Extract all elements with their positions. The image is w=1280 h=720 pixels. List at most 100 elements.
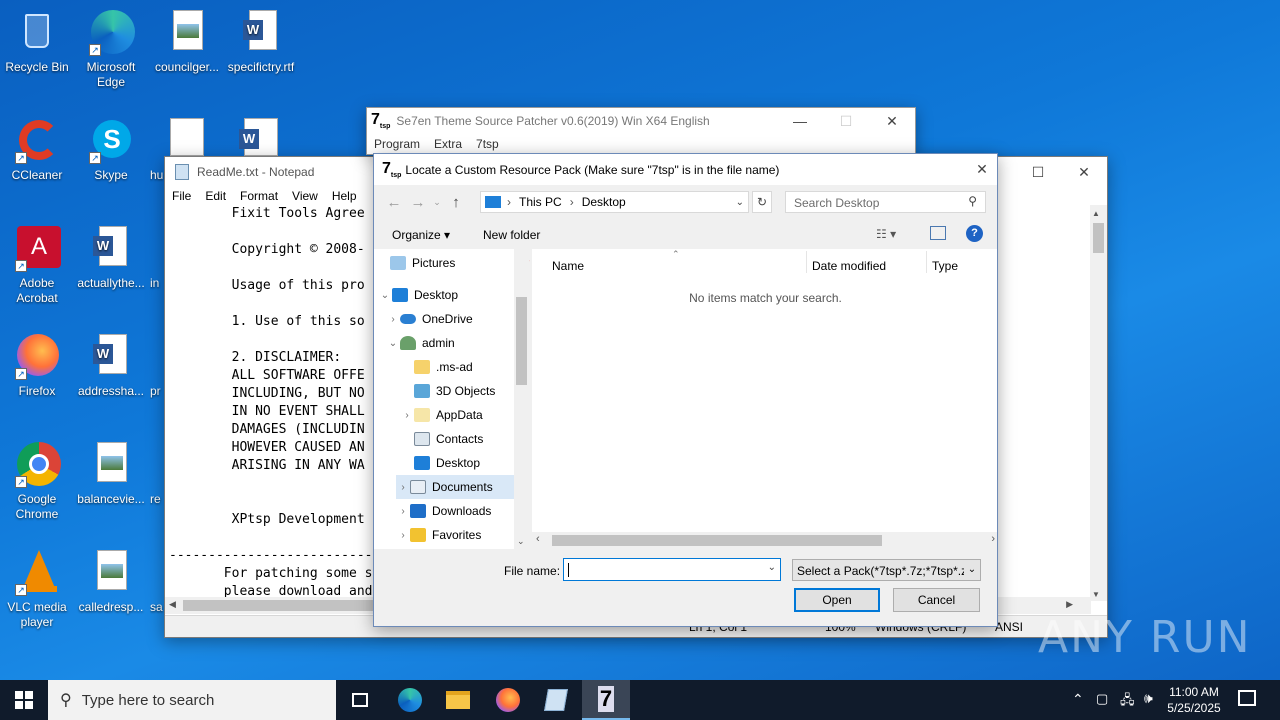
recent-locations-icon[interactable]: ⌄ — [430, 197, 444, 208]
file-explorer-icon[interactable] — [434, 680, 482, 720]
preview-pane-icon[interactable] — [930, 226, 946, 240]
menu-format[interactable]: Format — [233, 187, 285, 205]
desktop-icon-adobe-acrobat[interactable]: A ↗ Adobe Acrobat — [0, 224, 74, 306]
dialog-titlebar[interactable]: 7tsp Locate a Custom Resource Pack (Make… — [374, 154, 997, 185]
menu-edit[interactable]: Edit — [198, 187, 233, 205]
close-button[interactable]: ✕ — [967, 155, 997, 185]
breadcrumb-desktop[interactable]: Desktop — [582, 195, 626, 209]
tree-item-onedrive[interactable]: › OneDrive — [386, 307, 526, 331]
cancel-button[interactable]: Cancel — [893, 588, 980, 612]
scroll-thumb[interactable] — [516, 297, 527, 385]
collapse-chevron-icon[interactable]: ⌄ — [386, 338, 400, 349]
7tsp-titlebar[interactable]: 7tsp Se7en Theme Source Patcher v0.6(201… — [367, 108, 915, 134]
column-type[interactable]: Type — [932, 259, 958, 273]
task-view-icon[interactable] — [336, 680, 384, 720]
menu-view[interactable]: View — [285, 187, 325, 205]
file-type-filter[interactable]: Select a Pack(*7tsp*.7z;*7tsp*.zi ⌄ — [792, 559, 981, 581]
open-button[interactable]: Open — [794, 588, 880, 612]
desktop-icon-councilger[interactable]: councilger... — [150, 8, 224, 75]
menu-7tsp[interactable]: 7tsp — [469, 135, 506, 153]
edge-taskbar-icon[interactable] — [386, 680, 434, 720]
desktop-icon-balancevie[interactable]: balancevie... — [74, 440, 148, 507]
desktop-icon-specifictry[interactable]: W specifictry.rtf — [224, 8, 298, 75]
organize-button[interactable]: Organize ▾ — [392, 228, 450, 242]
filename-input[interactable]: ⌄ — [563, 558, 781, 581]
tree-item-desktop[interactable]: ⌄ Desktop — [378, 283, 518, 307]
tree-item-documents[interactable]: › Documents — [396, 475, 514, 499]
desktop-icon-google-chrome[interactable]: ↗ Google Chrome — [0, 440, 74, 522]
menu-program[interactable]: Program — [367, 135, 427, 153]
notepad-taskbar-icon[interactable] — [532, 680, 580, 720]
file-list[interactable]: Name ⌃ Date modified Type No items match… — [532, 249, 997, 549]
breadcrumb-separator-icon: › — [507, 195, 511, 209]
search-box[interactable]: Search Desktop ⚲ — [785, 191, 986, 213]
expand-chevron-icon[interactable]: › — [400, 410, 414, 421]
up-arrow-icon[interactable]: ↑ — [444, 194, 468, 211]
network-icon[interactable]: 🖧 — [1120, 691, 1135, 713]
scroll-thumb[interactable] — [1093, 223, 1104, 253]
expand-chevron-icon[interactable]: › — [396, 482, 410, 493]
maximize-button[interactable]: ☐ — [1015, 157, 1061, 187]
tree-item-pictures[interactable]: Pictures 📌 — [390, 251, 530, 275]
file-open-dialog[interactable]: 7tsp Locate a Custom Resource Pack (Make… — [373, 153, 998, 627]
refresh-icon[interactable]: ↻ — [752, 191, 772, 213]
new-folder-button[interactable]: New folder — [483, 228, 540, 242]
tree-item-admin[interactable]: ⌄ admin — [386, 331, 526, 355]
desktop-icon-actuallythe[interactable]: W actuallythe... — [74, 224, 148, 291]
view-options-icon[interactable]: ☷ ▾ — [876, 227, 896, 241]
expand-chevron-icon[interactable]: › — [386, 314, 400, 325]
expand-chevron-icon[interactable]: › — [396, 530, 410, 541]
collapse-chevron-icon[interactable]: ⌄ — [378, 290, 392, 301]
menu-extra[interactable]: Extra — [427, 135, 469, 153]
show-hidden-icons-chevron-icon[interactable]: ⌃ — [1072, 691, 1084, 708]
scroll-thumb[interactable] — [183, 600, 383, 611]
scroll-right-arrow-icon[interactable]: › — [991, 533, 995, 545]
device-icon[interactable]: ▢ — [1096, 691, 1108, 707]
column-date-modified[interactable]: Date modified — [812, 259, 886, 273]
notification-icon[interactable] — [1238, 690, 1256, 706]
vertical-scrollbar[interactable]: ▲ ▼ — [1090, 205, 1107, 601]
close-button[interactable]: ✕ — [869, 108, 915, 134]
volume-icon[interactable]: 🕪 — [1144, 690, 1153, 707]
address-dropdown-icon[interactable]: ⌄ — [736, 197, 744, 208]
minimize-button[interactable]: — — [777, 108, 823, 134]
column-name[interactable]: Name — [552, 259, 584, 273]
list-horizontal-scrollbar[interactable]: ‹ › — [532, 532, 997, 549]
7tsp-taskbar-icon[interactable]: 7 — [582, 680, 630, 720]
desktop-icon-ccleaner[interactable]: ↗ CCleaner — [0, 116, 74, 183]
back-arrow-icon[interactable]: ← — [382, 194, 406, 211]
expand-chevron-icon[interactable]: › — [396, 506, 410, 517]
clock-date: 5/25/2025 — [1167, 701, 1221, 715]
desktop-icon-calledresp[interactable]: calledresp... — [74, 548, 148, 615]
desktop-icon-addressha[interactable]: W addressha... — [74, 332, 148, 399]
firefox-taskbar-icon[interactable] — [484, 680, 532, 720]
pane-scrollbar[interactable]: ⌄ — [514, 249, 529, 549]
desktop-icon-firefox[interactable]: ↗ Firefox — [0, 332, 74, 399]
scroll-down-arrow-icon[interactable]: ▼ — [1092, 590, 1100, 599]
desktop-icon-recycle-bin[interactable]: Recycle Bin — [0, 8, 74, 75]
address-bar[interactable]: › This PC › Desktop ⌄ — [480, 191, 749, 213]
forward-arrow-icon[interactable]: → — [406, 194, 430, 211]
desktop-icon-edge[interactable]: ↗ Microsoft Edge — [74, 8, 148, 90]
scroll-left-arrow-icon[interactable]: ◀ — [169, 599, 176, 610]
7tsp-window[interactable]: 7tsp Se7en Theme Source Patcher v0.6(201… — [366, 107, 916, 155]
filename-dropdown-icon[interactable]: ⌄ — [768, 562, 776, 573]
taskbar-search[interactable]: ⚲ Type here to search — [48, 680, 336, 720]
menu-file[interactable]: File — [165, 187, 198, 205]
maximize-button[interactable]: ☐ — [823, 108, 869, 134]
desktop-icon-vlc[interactable]: ↗ VLC media player — [0, 548, 74, 630]
scroll-up-arrow-icon[interactable]: ▲ — [1092, 209, 1100, 218]
scroll-thumb[interactable] — [552, 535, 882, 546]
close-button[interactable]: ✕ — [1061, 157, 1107, 187]
help-icon[interactable]: ? — [966, 225, 983, 242]
desktop-icon-skype[interactable]: S ↗ Skype — [74, 116, 148, 183]
breadcrumb-this-pc[interactable]: This PC — [519, 195, 562, 209]
clock[interactable]: 11:00 AM 5/25/2025 — [1166, 684, 1222, 716]
taskbar: ⚲ Type here to search 7 ⌃ ▢ 🖧 🕪 11:00 AM… — [0, 680, 1280, 720]
start-button[interactable] — [0, 680, 48, 720]
menu-help[interactable]: Help — [325, 187, 364, 205]
scroll-right-arrow-icon[interactable]: ▶ — [1066, 599, 1073, 610]
navigation-pane[interactable]: Pictures 📌 ⌄ Desktop › OneDrive ⌄ admin … — [374, 249, 530, 549]
scroll-left-arrow-icon[interactable]: ‹ — [536, 533, 540, 545]
scroll-down-arrow-icon[interactable]: ⌄ — [517, 536, 525, 547]
